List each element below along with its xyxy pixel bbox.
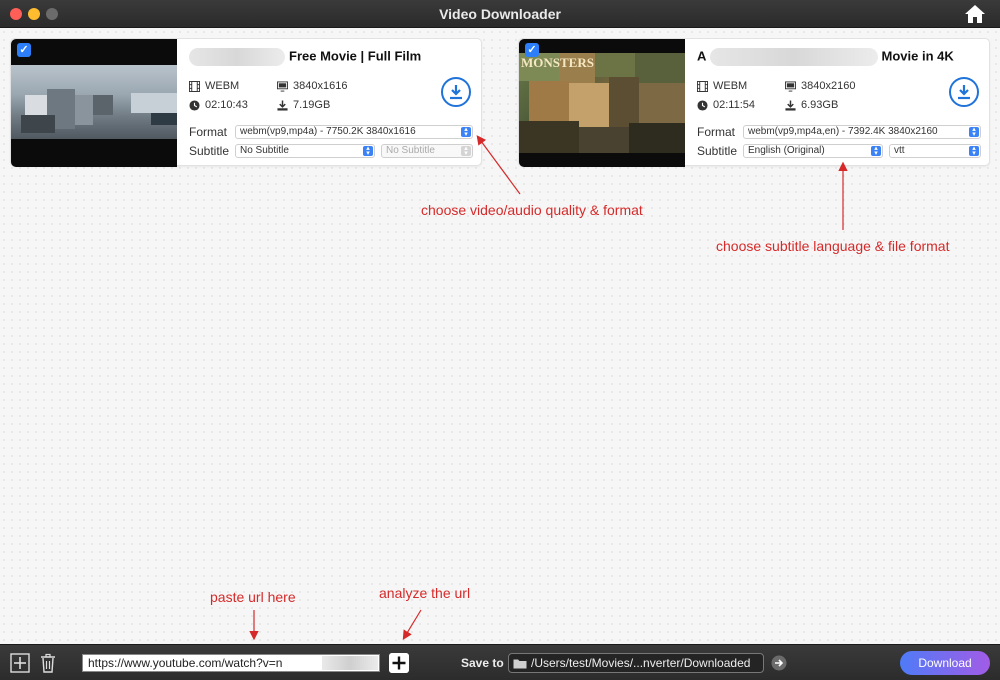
download-size-icon xyxy=(277,99,288,111)
home-icon[interactable] xyxy=(964,4,986,24)
chevron-updown-icon: ▴ ▾ xyxy=(461,126,471,138)
chevron-updown-icon: ▴ ▾ xyxy=(363,145,373,157)
clock-icon xyxy=(697,99,708,111)
subtitle-language-select[interactable]: No Subtitle ▴ ▾ xyxy=(235,144,375,158)
resolution-info: 3840x2160 xyxy=(785,80,855,92)
resolution-info: 3840x1616 xyxy=(277,80,347,92)
size-info: 6.93GB xyxy=(785,99,838,111)
analyze-url-button[interactable] xyxy=(389,653,409,673)
save-to-label: Save to xyxy=(461,656,504,670)
thumbnail-caption: MONSTERS xyxy=(521,55,594,70)
annotation-quality: choose video/audio quality & format xyxy=(421,202,643,218)
subtitle-format-select[interactable]: vtt ▴ ▾ xyxy=(889,144,981,158)
bottom-toolbar: Save to /Users/test/Movies/...nverter/Do… xyxy=(0,644,1000,680)
format-label: Format xyxy=(697,125,736,139)
download-video-button[interactable] xyxy=(441,77,471,107)
monitor-icon xyxy=(785,80,796,92)
folder-icon xyxy=(513,659,527,669)
select-checkbox[interactable]: ✓ xyxy=(17,43,31,57)
video-thumbnail: ✓ xyxy=(11,39,177,167)
annotation-paste: paste url here xyxy=(210,589,296,605)
format-select[interactable]: webm(vp9,mp4a) - 7750.2K 3840x1616 ▴ ▾ xyxy=(235,125,473,139)
select-checkbox[interactable]: ✓ xyxy=(525,43,539,57)
window-title: Video Downloader xyxy=(439,6,561,22)
container-info: WEBM xyxy=(697,80,747,92)
download-size-icon xyxy=(785,99,796,111)
blurred-title-part xyxy=(709,48,878,66)
subtitle-label: Subtitle xyxy=(697,144,738,158)
format-label: Format xyxy=(189,125,228,139)
add-icon[interactable] xyxy=(10,653,30,673)
blurred-url-part xyxy=(322,656,378,670)
download-button[interactable]: Download xyxy=(900,651,990,675)
trash-icon[interactable] xyxy=(38,653,58,673)
video-card: MONSTERS ✓ A Movie in 4K WEBM 3840x2160 … xyxy=(518,38,990,167)
video-title: Free Movie | Full Film xyxy=(189,48,421,66)
duration-info: 02:10:43 xyxy=(189,99,248,111)
video-thumbnail: MONSTERS ✓ xyxy=(519,39,685,167)
chevron-updown-icon: ▴ ▾ xyxy=(461,145,471,157)
title-bar: Video Downloader xyxy=(0,0,1000,28)
download-icon xyxy=(958,85,970,100)
film-icon xyxy=(189,80,200,92)
save-path-field[interactable]: /Users/test/Movies/...nverter/Downloaded xyxy=(508,653,764,673)
video-title: A Movie in 4K xyxy=(697,48,954,66)
container-info: WEBM xyxy=(189,80,239,92)
download-icon xyxy=(450,85,462,100)
clock-icon xyxy=(189,99,200,111)
size-info: 7.19GB xyxy=(277,99,330,111)
subtitle-label: Subtitle xyxy=(189,144,230,158)
video-card: ✓ Free Movie | Full Film WEBM 3840x1616 … xyxy=(10,38,482,167)
chevron-updown-icon: ▴ ▾ xyxy=(969,126,979,138)
video-list: ✓ Free Movie | Full Film WEBM 3840x1616 … xyxy=(0,28,1000,644)
film-icon xyxy=(697,80,708,92)
chevron-updown-icon: ▴ ▾ xyxy=(969,145,979,157)
arrow-right-icon[interactable] xyxy=(771,655,787,671)
chevron-updown-icon: ▴ ▾ xyxy=(871,145,881,157)
blurred-title-part xyxy=(189,48,285,66)
format-select[interactable]: webm(vp9,mp4a,en) - 7392.4K 3840x2160 ▴ ▾ xyxy=(743,125,981,139)
subtitle-format-select[interactable]: No Subtitle ▴ ▾ xyxy=(381,144,473,158)
subtitle-language-select[interactable]: English (Original) ▴ ▾ xyxy=(743,144,883,158)
duration-info: 02:11:54 xyxy=(697,99,755,111)
download-video-button[interactable] xyxy=(949,77,979,107)
annotation-analyze: analyze the url xyxy=(379,585,471,601)
monitor-icon xyxy=(277,80,288,92)
annotation-subtitle: choose subtitle language & file format xyxy=(716,238,950,254)
